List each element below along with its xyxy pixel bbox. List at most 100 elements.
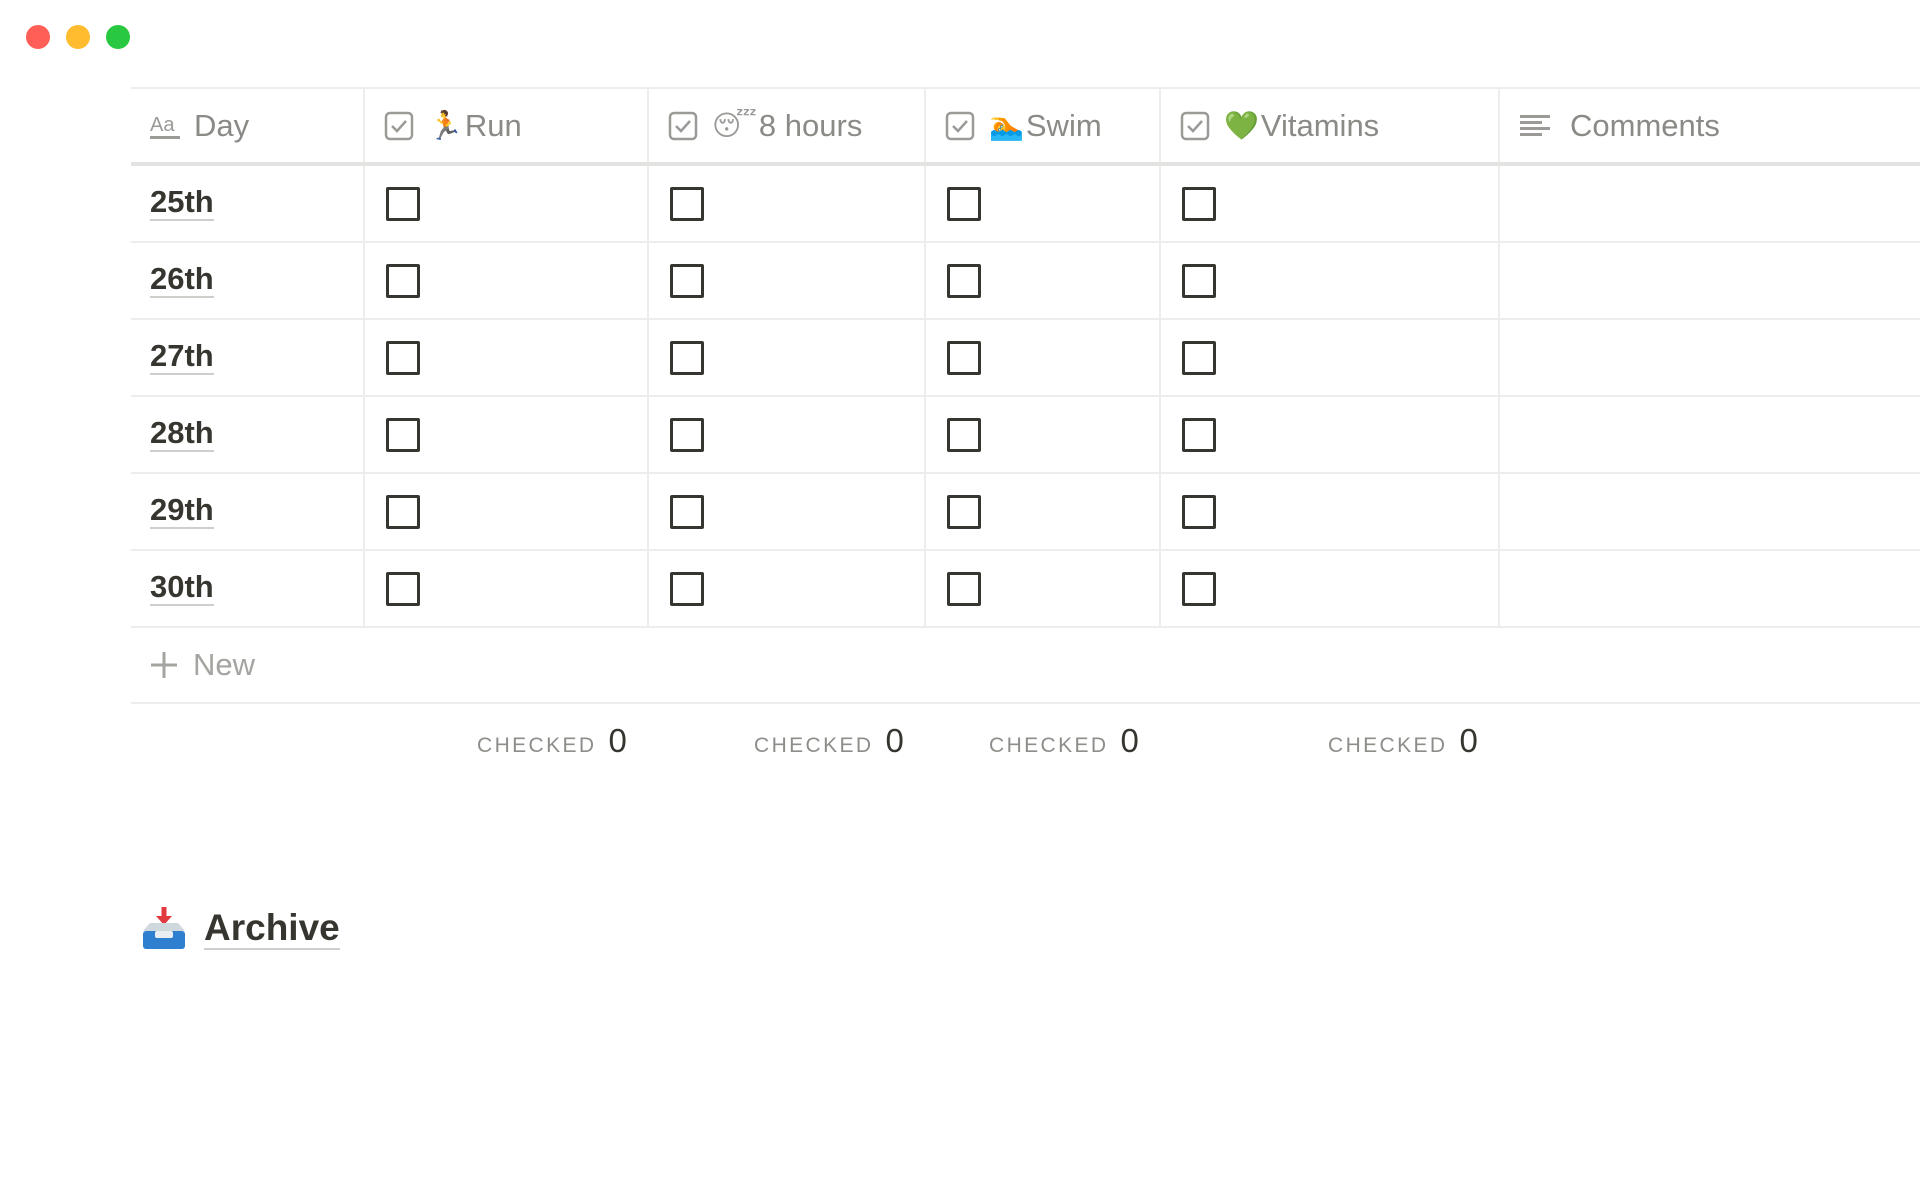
swim-cell[interactable] [926, 320, 1161, 395]
swim-checkbox[interactable] [947, 340, 981, 375]
sleep-checkbox[interactable] [670, 494, 704, 529]
checkbox-property-icon [1180, 111, 1210, 140]
run-cell[interactable] [365, 397, 649, 472]
vitamins-checkbox[interactable] [1182, 494, 1216, 529]
maximize-window-button[interactable] [106, 25, 130, 49]
sleep-cell[interactable] [649, 166, 926, 241]
inbox-tray-icon [143, 907, 185, 949]
sleep-cell[interactable] [649, 474, 926, 549]
comments-cell[interactable] [1500, 320, 1920, 395]
day-title[interactable]: 26th [150, 263, 214, 298]
comments-cell[interactable] [1500, 551, 1920, 626]
day-title[interactable]: 30th [150, 571, 214, 606]
day-cell[interactable]: 29th [131, 474, 365, 549]
swim-cell[interactable] [926, 243, 1161, 318]
run-cell[interactable] [365, 320, 649, 395]
table-row: 28th [131, 397, 1920, 474]
calculation-row: CHECKED 0 CHECKED 0 CHECKED 0 CHECKED 0 [131, 704, 1920, 784]
comments-cell[interactable] [1500, 166, 1920, 241]
run-checkbox[interactable] [386, 494, 420, 529]
day-cell[interactable]: 26th [131, 243, 365, 318]
sleep-checkbox[interactable] [670, 571, 704, 606]
vitamins-checkbox[interactable] [1182, 186, 1216, 221]
swim-cell[interactable] [926, 551, 1161, 626]
vitamins-cell[interactable] [1161, 243, 1500, 318]
day-title[interactable]: 29th [150, 494, 214, 529]
vitamins-calculation[interactable]: CHECKED 0 [1328, 722, 1478, 760]
sleep-cell[interactable] [649, 243, 926, 318]
swim-checkbox[interactable] [947, 571, 981, 606]
window-controls [26, 25, 130, 49]
day-cell[interactable]: 28th [131, 397, 365, 472]
minimize-window-button[interactable] [66, 25, 90, 49]
day-title[interactable]: 25th [150, 186, 214, 221]
column-header-vitamins[interactable]: 💚 Vitamins [1161, 89, 1500, 162]
sleep-checkbox[interactable] [670, 186, 704, 221]
vitamins-checkbox[interactable] [1182, 340, 1216, 375]
sleep-checkbox[interactable] [670, 340, 704, 375]
table-row: 25th [131, 166, 1920, 243]
swim-checkbox[interactable] [947, 263, 981, 298]
run-cell[interactable] [365, 551, 649, 626]
column-header-day[interactable]: Aa Day [131, 89, 365, 162]
run-checkbox[interactable] [386, 186, 420, 221]
day-title[interactable]: 28th [150, 417, 214, 452]
sleep-checkbox[interactable] [670, 263, 704, 298]
calculation-label: CHECKED [989, 734, 1109, 757]
swim-checkbox[interactable] [947, 186, 981, 221]
vitamins-cell[interactable] [1161, 166, 1500, 241]
sleep-cell[interactable] [649, 551, 926, 626]
swim-calculation[interactable]: CHECKED 0 [989, 722, 1139, 760]
archive-title[interactable]: Archive [204, 907, 340, 951]
run-cell[interactable] [365, 166, 649, 241]
run-calculation[interactable]: CHECKED 0 [477, 722, 627, 760]
habit-tracker-table: Aa Day 🏃 Run 😴 8 hours 🏊 Swim 💚 Vitamins… [131, 87, 1920, 784]
comments-cell[interactable] [1500, 243, 1920, 318]
day-cell[interactable]: 25th [131, 166, 365, 241]
vitamins-cell[interactable] [1161, 551, 1500, 626]
column-header-run[interactable]: 🏃 Run [365, 89, 649, 162]
vitamins-cell[interactable] [1161, 474, 1500, 549]
column-header-comments[interactable]: Comments [1500, 89, 1920, 162]
column-header-label: Swim [1025, 107, 1102, 143]
comments-cell[interactable] [1500, 474, 1920, 549]
vitamins-checkbox[interactable] [1182, 417, 1216, 452]
column-header-label: 8 hours [758, 107, 863, 143]
swim-checkbox[interactable] [947, 417, 981, 452]
vitamins-checkbox[interactable] [1182, 263, 1216, 298]
run-checkbox[interactable] [386, 417, 420, 452]
text-lines-icon [1520, 114, 1550, 136]
green-heart-emoji-icon: 💚 [1224, 109, 1259, 142]
sleep-checkbox[interactable] [670, 417, 704, 452]
sleep-cell[interactable] [649, 397, 926, 472]
close-window-button[interactable] [26, 25, 50, 49]
run-checkbox[interactable] [386, 340, 420, 375]
swim-cell[interactable] [926, 166, 1161, 241]
column-header-sleep[interactable]: 😴 8 hours [649, 89, 926, 162]
swimmer-emoji-icon: 🏊 [989, 109, 1024, 142]
archive-page-link[interactable]: Archive [140, 905, 340, 953]
sleeping-face-emoji-icon: 😴 [712, 109, 757, 142]
run-checkbox[interactable] [386, 263, 420, 298]
run-checkbox[interactable] [386, 571, 420, 606]
sleep-calculation[interactable]: CHECKED 0 [754, 722, 904, 760]
run-cell[interactable] [365, 243, 649, 318]
calculation-label: CHECKED [1328, 734, 1448, 757]
calculation-value: 0 [1120, 722, 1139, 759]
sleep-cell[interactable] [649, 320, 926, 395]
vitamins-cell[interactable] [1161, 320, 1500, 395]
vitamins-cell[interactable] [1161, 397, 1500, 472]
checkbox-property-icon [945, 111, 975, 140]
day-cell[interactable]: 30th [131, 551, 365, 626]
swim-cell[interactable] [926, 397, 1161, 472]
vitamins-checkbox[interactable] [1182, 571, 1216, 606]
comments-cell[interactable] [1500, 397, 1920, 472]
run-cell[interactable] [365, 474, 649, 549]
column-header-swim[interactable]: 🏊 Swim [926, 89, 1161, 162]
add-new-row-button[interactable]: New [131, 628, 1920, 704]
swim-cell[interactable] [926, 474, 1161, 549]
swim-checkbox[interactable] [947, 494, 981, 529]
day-cell[interactable]: 27th [131, 320, 365, 395]
day-title[interactable]: 27th [150, 340, 214, 375]
column-header-label: Day [194, 107, 250, 143]
